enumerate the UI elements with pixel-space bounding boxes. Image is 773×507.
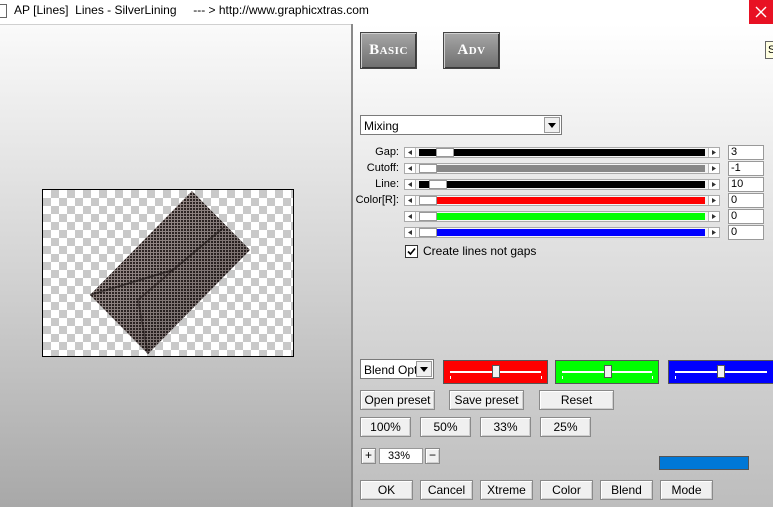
save-preset-button[interactable]: Save preset bbox=[449, 390, 524, 410]
gap-value[interactable]: 3 bbox=[728, 145, 764, 160]
arrow-right-icon[interactable] bbox=[708, 164, 719, 173]
blue-blend-slider[interactable] bbox=[668, 360, 773, 384]
zoom-25-button[interactable]: 25% bbox=[540, 417, 591, 437]
preview-image bbox=[89, 191, 250, 355]
mode-button[interactable]: Mode bbox=[660, 480, 713, 500]
color-r-value[interactable]: 0 bbox=[728, 193, 764, 208]
green-blend-knob[interactable] bbox=[604, 365, 612, 378]
arrow-left-icon[interactable] bbox=[405, 148, 416, 157]
arrow-right-icon[interactable] bbox=[708, 148, 719, 157]
tab-basic[interactable]: Basic bbox=[360, 32, 417, 69]
mode-select-value: Mixing bbox=[364, 119, 399, 133]
zoom-100-button[interactable]: 100% bbox=[360, 417, 411, 437]
reset-button[interactable]: Reset bbox=[539, 390, 614, 410]
color-g-value[interactable]: 0 bbox=[728, 209, 764, 224]
zoom-50-button[interactable]: 50% bbox=[420, 417, 471, 437]
color-g-slider[interactable] bbox=[404, 211, 720, 222]
gap-label: Gap: bbox=[375, 146, 399, 158]
gap-slider[interactable] bbox=[404, 147, 720, 158]
color-g-thumb[interactable] bbox=[419, 212, 437, 221]
cutoff-value[interactable]: -1 bbox=[728, 161, 764, 176]
slider-tick bbox=[450, 376, 451, 379]
green-blend-slider[interactable] bbox=[555, 360, 659, 384]
color-b-thumb[interactable] bbox=[419, 228, 437, 237]
window-title: AP [Lines] Lines - SilverLining --- > ht… bbox=[14, 3, 369, 17]
zoom-out-button[interactable]: − bbox=[425, 448, 440, 464]
color-swatch[interactable] bbox=[659, 456, 749, 470]
app-icon bbox=[0, 4, 7, 18]
color-b-value[interactable]: 0 bbox=[728, 225, 764, 240]
close-icon bbox=[755, 6, 767, 18]
line-value[interactable]: 10 bbox=[728, 177, 764, 192]
arrow-right-icon[interactable] bbox=[708, 196, 719, 205]
arrow-left-icon[interactable] bbox=[405, 196, 416, 205]
slider-tick bbox=[562, 376, 563, 379]
preview-pane bbox=[0, 24, 351, 507]
cutoff-slider[interactable] bbox=[404, 163, 720, 174]
line-thumb[interactable] bbox=[429, 180, 447, 189]
arrow-left-icon[interactable] bbox=[405, 164, 416, 173]
blend-button[interactable]: Blend bbox=[600, 480, 653, 500]
color-r-slider[interactable] bbox=[404, 195, 720, 206]
slider-tick bbox=[675, 376, 676, 379]
red-blend-slider[interactable] bbox=[443, 360, 548, 384]
chevron-down-icon[interactable] bbox=[416, 361, 432, 377]
cutoff-fill bbox=[419, 165, 705, 172]
xtreme-button[interactable]: Xtreme bbox=[480, 480, 533, 500]
color-g-fill bbox=[419, 213, 705, 220]
gap-fill bbox=[419, 149, 705, 156]
arrow-left-icon[interactable] bbox=[405, 228, 416, 237]
line-label: Line: bbox=[375, 178, 399, 190]
preview-canvas[interactable] bbox=[42, 189, 294, 357]
close-button[interactable] bbox=[749, 0, 773, 24]
zoom-in-button[interactable]: + bbox=[361, 448, 376, 464]
ok-button[interactable]: OK bbox=[360, 480, 413, 500]
chevron-down-icon[interactable] bbox=[544, 117, 560, 133]
arrow-left-icon[interactable] bbox=[405, 180, 416, 189]
tooltip: S bbox=[765, 41, 773, 59]
color-b-slider[interactable] bbox=[404, 227, 720, 238]
blue-blend-knob[interactable] bbox=[717, 365, 725, 378]
color-r-label: Color[R]: bbox=[355, 194, 399, 206]
create-lines-label: Create lines not gaps bbox=[423, 244, 537, 258]
mode-select[interactable]: Mixing bbox=[360, 115, 562, 135]
cancel-button[interactable]: Cancel bbox=[420, 480, 473, 500]
cutoff-label: Cutoff: bbox=[366, 162, 399, 174]
gap-thumb[interactable] bbox=[436, 148, 454, 157]
blend-select[interactable]: Blend Opti bbox=[360, 359, 434, 379]
open-preset-button[interactable]: Open preset bbox=[360, 390, 435, 410]
line-slider[interactable] bbox=[404, 179, 720, 190]
color-b-fill bbox=[419, 229, 705, 236]
zoom-value[interactable]: 33% bbox=[379, 448, 423, 464]
arrow-right-icon[interactable] bbox=[708, 212, 719, 221]
color-r-fill bbox=[419, 197, 705, 204]
color-button[interactable]: Color bbox=[540, 480, 593, 500]
arrow-right-icon[interactable] bbox=[708, 228, 719, 237]
color-r-thumb[interactable] bbox=[419, 196, 437, 205]
create-lines-checkbox[interactable] bbox=[405, 245, 418, 258]
checkmark-icon bbox=[407, 247, 416, 256]
red-blend-knob[interactable] bbox=[492, 365, 500, 378]
arrow-left-icon[interactable] bbox=[405, 212, 416, 221]
line-fill bbox=[419, 181, 705, 188]
cutoff-thumb[interactable] bbox=[419, 164, 437, 173]
slider-tick bbox=[652, 376, 653, 379]
slider-tick bbox=[541, 376, 542, 379]
tab-adv[interactable]: Adv bbox=[443, 32, 500, 69]
controls-pane: Basic Adv S Mixing Gap: 3 Cutoff: -1 Lin… bbox=[353, 24, 773, 507]
zoom-33-button[interactable]: 33% bbox=[480, 417, 531, 437]
blend-select-value: Blend Opti bbox=[364, 363, 416, 377]
title-bar: AP [Lines] Lines - SilverLining --- > ht… bbox=[0, 0, 773, 24]
arrow-right-icon[interactable] bbox=[708, 180, 719, 189]
